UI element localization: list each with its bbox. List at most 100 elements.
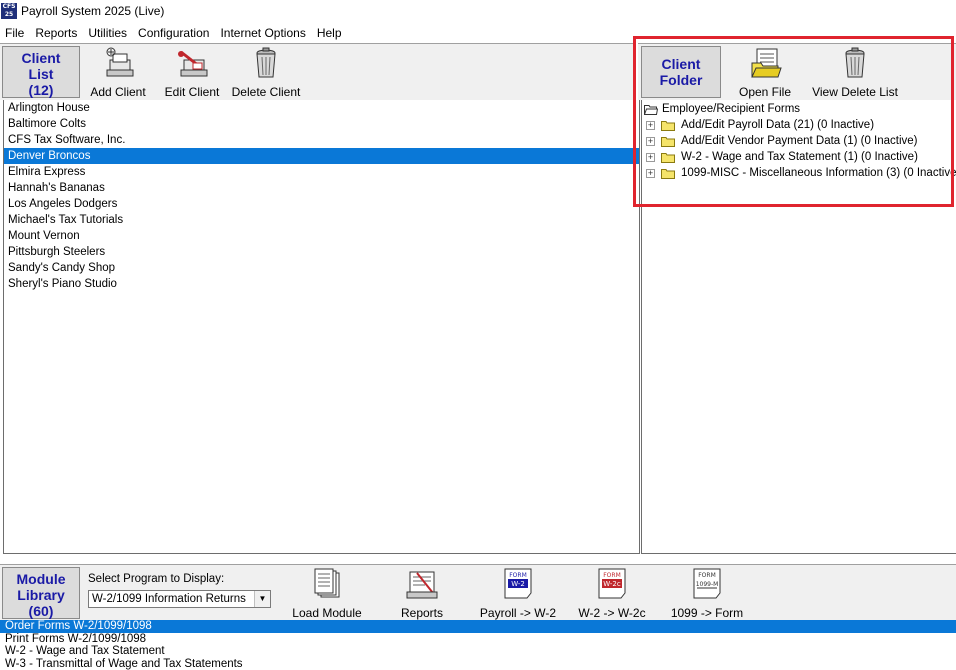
client-item[interactable]: Baltimore Colts xyxy=(4,116,639,132)
client-item[interactable]: Michael's Tax Tutorials xyxy=(4,212,639,228)
folder-icon xyxy=(661,136,675,147)
edit-client-button[interactable]: Edit Client xyxy=(162,46,222,99)
module-count: (60) xyxy=(28,603,54,619)
tree-root[interactable]: Employee/Recipient Forms xyxy=(644,101,800,117)
client-folder-label-2: Folder xyxy=(659,72,703,88)
form-1099-icon: FORM 1099-M xyxy=(693,568,721,599)
tree-node-payroll[interactable]: + Add/Edit Payroll Data (21) (0 Inactive… xyxy=(646,117,874,133)
folder-icon xyxy=(661,120,675,131)
module-item[interactable]: W-3 - Transmittal of Wage and Tax Statem… xyxy=(0,658,956,670)
menu-bar: File Reports Utilities Configuration Int… xyxy=(0,22,956,43)
w2-to-w2c-button[interactable]: FORM W-2c W-2 -> W-2c xyxy=(574,567,650,620)
module-item[interactable]: W-2 - Wage and Tax Statement xyxy=(0,645,956,658)
payroll-to-w2-button[interactable]: FORM W-2 Payroll -> W-2 xyxy=(476,567,560,620)
menu-help[interactable]: Help xyxy=(312,26,348,40)
select-program-label: Select Program to Display: xyxy=(88,573,225,585)
folder-icon xyxy=(661,152,675,163)
expand-icon[interactable]: + xyxy=(646,168,655,178)
menu-file[interactable]: File xyxy=(0,26,30,40)
client-item[interactable]: Los Angeles Dodgers xyxy=(4,196,639,212)
document-stack-icon xyxy=(314,568,340,598)
client-item[interactable]: Elmira Express xyxy=(4,164,639,180)
client-item[interactable]: Hannah's Bananas xyxy=(4,180,639,196)
client-item[interactable]: Mount Vernon xyxy=(4,228,639,244)
load-module-label: Load Module xyxy=(292,606,362,620)
edit-client-label: Edit Client xyxy=(164,85,220,99)
tree-node-w2[interactable]: + W-2 - Wage and Tax Statement (1) (0 In… xyxy=(646,149,918,165)
expand-icon[interactable]: + xyxy=(646,136,655,146)
program-select[interactable]: W-2/1099 Information Returns ▼ xyxy=(88,590,271,608)
expand-icon[interactable]: + xyxy=(646,120,655,130)
view-delete-list-label: View Delete List xyxy=(812,85,898,99)
open-file-label: Open File xyxy=(738,85,792,99)
client-item-selected[interactable]: Denver Broncos xyxy=(4,148,639,164)
open-folder-icon xyxy=(751,48,782,78)
client-list[interactable]: Arlington House Baltimore Colts CFS Tax … xyxy=(3,100,640,554)
trash-can-icon xyxy=(256,47,276,78)
client-item[interactable]: CFS Tax Software, Inc. xyxy=(4,132,639,148)
report-icon xyxy=(406,571,438,599)
expand-icon[interactable]: + xyxy=(646,152,655,162)
tree-node-1099misc[interactable]: + 1099-MISC - Miscellaneous Information … xyxy=(646,165,956,181)
tree-node-label: Add/Edit Payroll Data (21) (0 Inactive) xyxy=(681,119,875,131)
tree-node-label: Add/Edit Vendor Payment Data (1) (0 Inac… xyxy=(681,135,918,147)
title-bar: CFS 25 Payroll System 2025 (Live) xyxy=(0,0,956,22)
delete-client-button[interactable]: Delete Client xyxy=(230,46,302,99)
reports-button[interactable]: Reports xyxy=(394,567,450,620)
client-list-label-2: List xyxy=(28,66,54,82)
open-file-button[interactable]: Open File xyxy=(734,46,796,99)
add-client-button[interactable]: Add Client xyxy=(88,46,148,99)
1099-to-form-button[interactable]: FORM 1099-M 1099 -> Form xyxy=(668,567,746,620)
module-list[interactable]: Order Forms W-2/1099/1098 Print Forms W-… xyxy=(0,620,956,670)
svg-text:FORM: FORM xyxy=(603,572,621,579)
edit-client-icon xyxy=(178,50,208,77)
svg-text:W-2: W-2 xyxy=(511,580,525,588)
client-list-label-1: Client xyxy=(21,50,61,66)
module-toolbar: Module Library (60) Select Program to Di… xyxy=(0,564,956,620)
form-w2-icon: FORM W-2 xyxy=(504,568,532,599)
client-folder-label-1: Client xyxy=(661,56,701,72)
client-item[interactable]: Sandy's Candy Shop xyxy=(4,260,639,276)
client-folder-tree: Employee/Recipient Forms + Add/Edit Payr… xyxy=(641,100,956,554)
client-list-tab[interactable]: Client List (12) xyxy=(2,46,80,98)
view-delete-list-button[interactable]: View Delete List xyxy=(810,46,900,99)
menu-configuration[interactable]: Configuration xyxy=(133,26,215,40)
tree-node-vendor[interactable]: + Add/Edit Vendor Payment Data (1) (0 In… xyxy=(646,133,918,149)
open-folder-icon xyxy=(644,104,658,115)
svg-text:1099-M: 1099-M xyxy=(696,581,719,588)
menu-utilities[interactable]: Utilities xyxy=(83,26,133,40)
payroll-to-w2-label: Payroll -> W-2 xyxy=(479,606,557,620)
tree-node-label: 1099-MISC - Miscellaneous Information (3… xyxy=(681,167,956,179)
delete-client-label: Delete Client xyxy=(231,85,301,99)
folder-icon xyxy=(661,168,675,179)
chevron-down-icon[interactable]: ▼ xyxy=(254,591,270,607)
folder-toolbar: Client Folder Open File View Delete List xyxy=(638,43,956,100)
client-item[interactable]: Arlington House xyxy=(4,100,639,116)
svg-text:FORM: FORM xyxy=(509,572,527,579)
module-library-label-2: Library xyxy=(17,587,65,603)
client-folder-tab[interactable]: Client Folder xyxy=(641,46,721,98)
menu-reports[interactable]: Reports xyxy=(30,26,83,40)
module-library-tab[interactable]: Module Library (60) xyxy=(2,567,80,619)
client-item[interactable]: Sheryl's Piano Studio xyxy=(4,276,639,292)
client-item[interactable]: Pittsburgh Steelers xyxy=(4,244,639,260)
tree-node-label: W-2 - Wage and Tax Statement (1) (0 Inac… xyxy=(681,151,918,163)
reports-label: Reports xyxy=(400,606,444,620)
window-title: Payroll System 2025 (Live) xyxy=(21,4,165,18)
w2-to-w2c-label: W-2 -> W-2c xyxy=(578,606,646,620)
client-toolbar: Client List (12) Add Client Edit Client xyxy=(0,43,634,100)
module-library-label-1: Module xyxy=(16,571,66,587)
menu-internet-options[interactable]: Internet Options xyxy=(215,26,311,40)
1099-to-form-label: 1099 -> Form xyxy=(670,606,744,620)
module-item-selected[interactable]: Order Forms W-2/1099/1098 xyxy=(0,620,956,633)
load-module-button[interactable]: Load Module xyxy=(288,567,366,620)
form-w2c-icon: FORM W-2c xyxy=(598,568,626,599)
tree-root-label: Employee/Recipient Forms xyxy=(662,103,801,115)
add-client-icon xyxy=(106,47,134,77)
trash-can-icon xyxy=(845,47,865,78)
app-icon: CFS 25 xyxy=(1,3,17,19)
svg-text:FORM: FORM xyxy=(698,572,716,579)
module-item[interactable]: Print Forms W-2/1099/1098 xyxy=(0,633,956,646)
svg-text:W-2c: W-2c xyxy=(603,580,621,588)
add-client-label: Add Client xyxy=(90,85,146,99)
